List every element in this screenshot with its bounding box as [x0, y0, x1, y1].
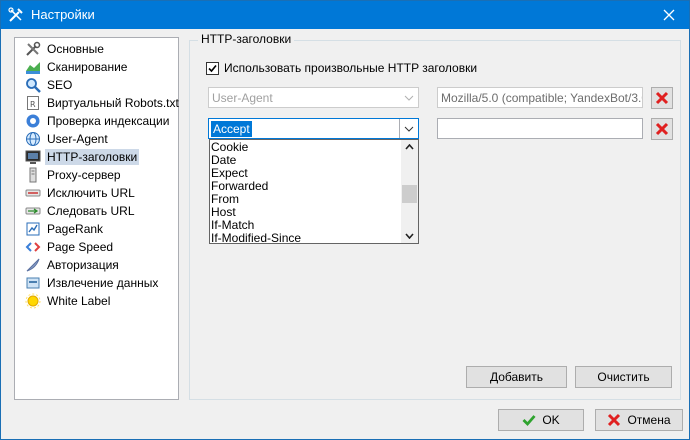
scrollbar-thumb[interactable]	[402, 185, 417, 203]
sidebar-item-exclude-url[interactable]: Исключить URL	[25, 184, 137, 202]
cancel-label: Отмена	[627, 413, 671, 427]
sidebar-item-label: Основные	[47, 42, 104, 56]
sidebar-item-scanning[interactable]: Сканирование	[25, 58, 129, 76]
scroll-down-button[interactable]	[401, 229, 418, 243]
settings-window: Настройки Основные Сканирование SEO R Ви…	[0, 0, 690, 440]
add-button[interactable]: Добавить	[466, 366, 567, 388]
checkmark-icon	[522, 415, 536, 427]
sidebar-item-user-agent[interactable]: User-Agent	[25, 130, 110, 148]
ok-label: OK	[542, 413, 560, 427]
robots-file-icon: R	[25, 95, 41, 111]
sidebar-item-label: Исключить URL	[47, 186, 135, 200]
sidebar-item-label: User-Agent	[47, 132, 108, 146]
sidebar-item-white-label[interactable]: White Label	[25, 292, 112, 310]
cancel-icon	[608, 413, 621, 427]
close-icon	[663, 9, 675, 21]
use-custom-headers-checkbox[interactable]	[206, 61, 219, 75]
header-name-value: User-Agent	[212, 91, 273, 105]
sidebar-item-general[interactable]: Основные	[25, 40, 106, 58]
use-custom-headers-row[interactable]: Использовать произвольные HTTP заголовки	[206, 61, 477, 75]
chevron-down-icon	[405, 233, 414, 239]
ok-button[interactable]: OK	[498, 409, 584, 431]
sidebar-item-data-extraction[interactable]: Извлечение данных	[25, 274, 160, 292]
tools-icon	[25, 41, 41, 57]
window-title: Настройки	[31, 7, 95, 22]
group-title: HTTP-заголовки	[198, 32, 295, 46]
extract-icon	[25, 275, 41, 291]
index-check-icon	[25, 113, 41, 129]
cancel-button[interactable]: Отмена	[595, 409, 683, 431]
sun-icon	[25, 293, 41, 309]
delete-row-1-button[interactable]	[651, 87, 673, 109]
chevron-up-icon	[405, 144, 414, 150]
proxy-icon	[25, 167, 41, 183]
sidebar-item-label: Page Speed	[47, 240, 114, 254]
feather-icon	[25, 257, 41, 273]
sidebar-item-http-headers[interactable]: HTTP-заголовки	[25, 148, 140, 166]
pagerank-icon	[25, 221, 41, 237]
magnifier-icon	[25, 77, 41, 93]
checkmark-icon	[208, 64, 217, 72]
delete-row-2-button[interactable]	[651, 118, 673, 140]
header-name-combo-2[interactable]: Accept	[208, 118, 419, 139]
sidebar-item-label: Proxy-сервер	[47, 168, 121, 182]
tools-icon	[7, 6, 25, 24]
sidebar-item-label: Виртуальный Robots.txt	[47, 96, 179, 110]
code-icon	[25, 239, 41, 255]
sidebar-item-label: PageRank	[47, 222, 104, 236]
sidebar-item-label: White Label	[47, 294, 111, 308]
sidebar-item-label: Извлечение данных	[47, 276, 159, 290]
exclude-url-icon	[25, 185, 41, 201]
clear-button[interactable]: Очистить	[575, 366, 672, 388]
sidebar-item-follow-url[interactable]: Следовать URL	[25, 202, 137, 220]
header-value-field-1[interactable]: Mozilla/5.0 (compatible; YandexBot/3.0; …	[437, 87, 643, 108]
header-name-dropdown-list[interactable]: Cookie Date Expect Forwarded From Host I…	[209, 139, 419, 245]
sidebar-item-label: HTTP-заголовки	[45, 149, 140, 165]
list-item[interactable]: If-Modified-Since	[211, 232, 301, 245]
chevron-down-icon[interactable]	[399, 119, 418, 138]
delete-icon	[655, 122, 669, 136]
sidebar-item-auth[interactable]: Авторизация	[25, 256, 121, 274]
sidebar-item-label: Следовать URL	[47, 204, 135, 218]
follow-url-icon	[25, 203, 41, 219]
svg-text:R: R	[30, 100, 36, 109]
dropdown-scrollbar[interactable]	[401, 140, 418, 243]
settings-nav: Основные Сканирование SEO R Виртуальный …	[14, 37, 179, 400]
header-name-value: Accept	[211, 121, 252, 137]
header-name-combo-1[interactable]: User-Agent	[208, 87, 419, 108]
sidebar-item-label: Авторизация	[47, 258, 119, 272]
sidebar-item-label: Сканирование	[47, 60, 128, 74]
sidebar-item-robots[interactable]: R Виртуальный Robots.txt	[25, 94, 181, 112]
sidebar-item-proxy[interactable]: Proxy-сервер	[25, 166, 123, 184]
close-button[interactable]	[649, 1, 689, 29]
sidebar-item-pagerank[interactable]: PageRank	[25, 220, 105, 238]
chevron-down-icon[interactable]	[400, 88, 418, 107]
use-custom-headers-label: Использовать произвольные HTTP заголовки	[224, 61, 478, 75]
monitor-icon	[25, 149, 41, 165]
sidebar-item-indexing[interactable]: Проверка индексации	[25, 112, 171, 130]
sidebar-item-seo[interactable]: SEO	[25, 76, 74, 94]
chart-icon	[25, 59, 41, 75]
sidebar-item-page-speed[interactable]: Page Speed	[25, 238, 115, 256]
sidebar-item-label: Проверка индексации	[47, 114, 170, 128]
title-bar[interactable]: Настройки	[1, 1, 689, 29]
delete-icon	[655, 91, 669, 105]
globe-icon	[25, 131, 41, 147]
sidebar-item-label: SEO	[47, 78, 73, 92]
header-value-text: Mozilla/5.0 (compatible; YandexBot/3.0; …	[441, 91, 643, 105]
scroll-up-button[interactable]	[401, 140, 418, 154]
header-value-field-2[interactable]	[437, 118, 643, 139]
